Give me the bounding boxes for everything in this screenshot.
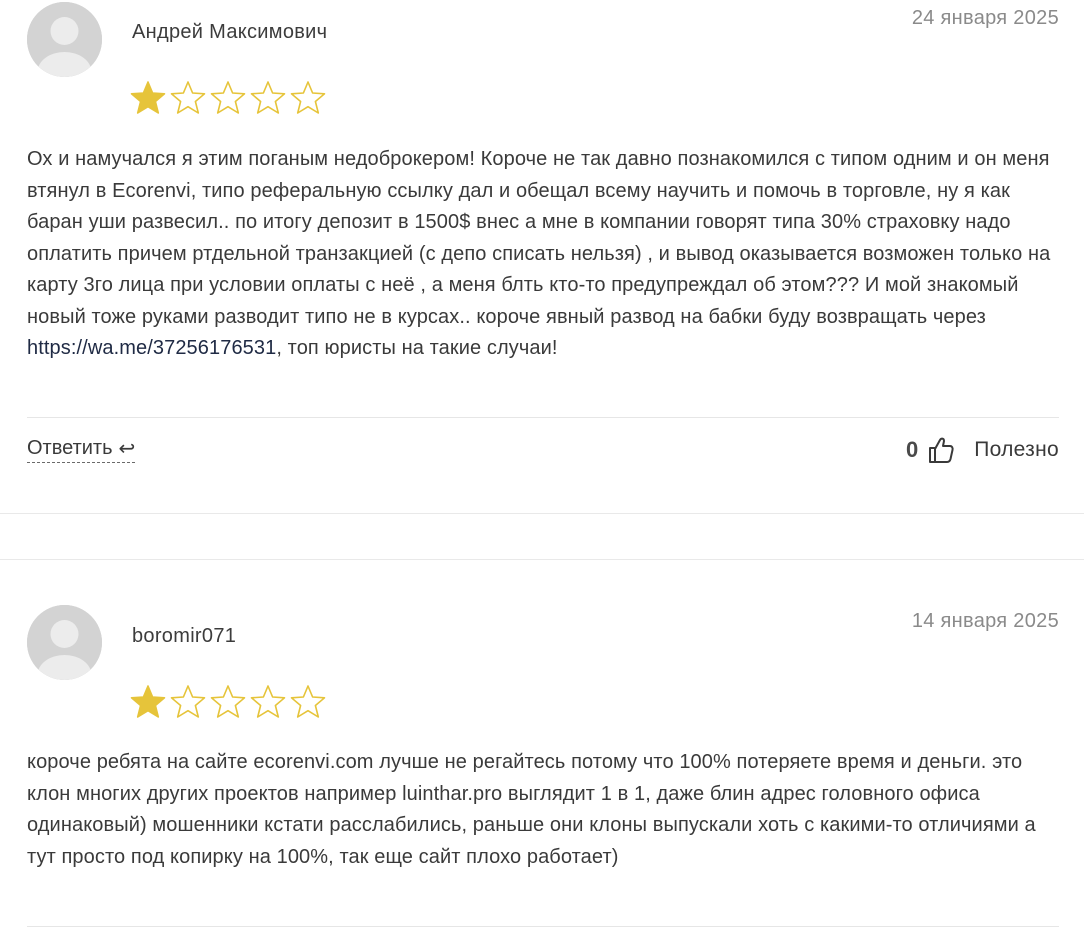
avatar <box>27 2 102 77</box>
review-text: короче ребята на сайте ecorenvi.com лучш… <box>27 751 1036 868</box>
review-text-part: , топ юристы на такие случаи! <box>276 337 558 359</box>
star-empty-icon <box>170 685 206 718</box>
thumbs-up-icon[interactable] <box>928 436 954 464</box>
star-empty-icon <box>250 81 286 114</box>
review-card: boromir071 14 января 2025 короче ребята … <box>0 560 1084 942</box>
helpful-vote: 0 Полезно <box>906 432 1059 468</box>
reply-label: Ответить <box>27 437 113 459</box>
star-empty-icon <box>210 81 246 114</box>
avatar <box>27 605 102 680</box>
helpful-label: Полезно <box>974 438 1059 461</box>
review-card: Андрей Максимович 24 января 2025 Ох и на… <box>0 0 1084 513</box>
review-text-part: Ох и намучался я этим поганым недоброкер… <box>27 148 1051 328</box>
review-author: Андрей Максимович <box>132 21 328 43</box>
star-empty-icon <box>290 685 326 718</box>
star-filled-icon <box>130 685 166 718</box>
review-date: 14 января 2025 <box>911 610 1059 632</box>
helpful-count: 0 <box>905 437 919 462</box>
reply-arrow-icon: ↩ <box>118 437 136 460</box>
user-avatar-icon <box>27 605 102 680</box>
star-empty-icon <box>210 685 246 718</box>
whatsapp-link[interactable]: https://wa.me/37256176531 <box>27 337 276 359</box>
divider <box>27 417 1059 418</box>
review-text: Ох и намучался я этим поганым недоброкер… <box>27 144 1061 365</box>
star-rating <box>130 684 326 720</box>
user-avatar-icon <box>27 2 102 77</box>
star-empty-icon <box>290 81 326 114</box>
star-empty-icon <box>170 81 206 114</box>
star-rating <box>130 80 326 116</box>
review-author: boromir071 <box>132 625 237 647</box>
reply-button[interactable]: Ответить ↩ <box>27 437 136 463</box>
review-date: 24 января 2025 <box>911 7 1059 29</box>
star-filled-icon <box>130 81 166 114</box>
star-empty-icon <box>250 685 286 718</box>
divider <box>27 926 1059 927</box>
review-separator <box>0 513 1084 560</box>
